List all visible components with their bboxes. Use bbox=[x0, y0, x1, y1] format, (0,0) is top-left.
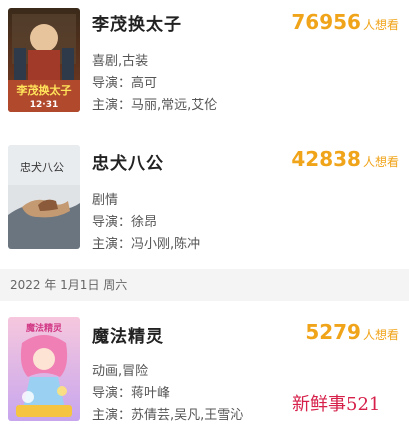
want-count-unit: 人想看 bbox=[362, 155, 399, 169]
cast-value: 马丽,常远,艾伦 bbox=[131, 98, 218, 113]
want-to-see-count: 42838 人想看 bbox=[291, 147, 399, 171]
movie-cast: 主演：冯小刚,陈冲 bbox=[92, 233, 200, 252]
movie-card[interactable]: 李茂换太子 12·31 李茂换太子 76956 人想看 喜剧,古装 导演：高可 主… bbox=[0, 0, 409, 130]
director-label: 导演： bbox=[92, 76, 132, 91]
cast-label: 主演： bbox=[92, 98, 132, 113]
movie-title[interactable]: 李茂换太子 bbox=[92, 10, 182, 35]
want-to-see-count: 76956 人想看 bbox=[291, 10, 399, 34]
movie-poster[interactable]: 魔法精灵 bbox=[8, 317, 80, 421]
want-count-unit: 人想看 bbox=[362, 328, 399, 342]
director-value: 蒋叶峰 bbox=[131, 386, 171, 401]
watermark-text: 新鲜事521 bbox=[292, 394, 381, 415]
movie-genre: 喜剧,古装 bbox=[92, 54, 149, 69]
movie-poster[interactable]: 忠犬八公 bbox=[8, 145, 80, 249]
movie-director: 导演：徐昂 bbox=[92, 211, 157, 230]
poster-image: 忠犬八公 bbox=[8, 145, 80, 249]
movie-director: 导演：蒋叶峰 bbox=[92, 382, 170, 401]
movie-genre: 剧情 bbox=[92, 193, 119, 208]
want-count-number: 42838 bbox=[291, 147, 361, 171]
movie-director: 导演：高可 bbox=[92, 72, 157, 91]
movie-poster[interactable]: 李茂换太子 12·31 bbox=[8, 8, 80, 112]
svg-text:忠犬八公: 忠犬八公 bbox=[20, 160, 64, 174]
want-to-see-count: 5279 人想看 bbox=[305, 320, 399, 344]
svg-text:12·31: 12·31 bbox=[30, 100, 58, 110]
movie-title[interactable]: 魔法精灵 bbox=[92, 322, 164, 347]
director-value: 高可 bbox=[131, 76, 158, 91]
movie-card[interactable]: 忠犬八公 忠犬八公 42838 人想看 剧情 导演：徐昂 主演：冯小刚,陈冲 bbox=[0, 135, 409, 265]
movie-title[interactable]: 忠犬八公 bbox=[92, 149, 164, 174]
director-label: 导演： bbox=[92, 215, 132, 230]
date-separator: 2022 年 1月1日 周六 bbox=[0, 269, 409, 301]
svg-text:李茂换太子: 李茂换太子 bbox=[16, 83, 72, 97]
movie-cast: 主演：苏倩芸,吴凡,王雪沁 bbox=[92, 404, 243, 423]
movie-genre: 动画,冒险 bbox=[92, 364, 149, 379]
date-separator-text: 2022 年 1月1日 周六 bbox=[10, 278, 128, 292]
cast-value: 冯小刚,陈冲 bbox=[131, 237, 201, 252]
director-value: 徐昂 bbox=[131, 215, 158, 230]
cast-value: 苏倩芸,吴凡,王雪沁 bbox=[131, 408, 244, 423]
svg-text:魔法精灵: 魔法精灵 bbox=[25, 322, 63, 334]
director-label: 导演： bbox=[92, 386, 132, 401]
want-count-number: 76956 bbox=[291, 10, 361, 34]
want-count-unit: 人想看 bbox=[362, 18, 399, 32]
want-count-number: 5279 bbox=[305, 320, 361, 344]
poster-image: 魔法精灵 bbox=[8, 317, 80, 421]
cast-label: 主演： bbox=[92, 408, 132, 423]
cast-label: 主演： bbox=[92, 237, 132, 252]
poster-image: 李茂换太子 12·31 bbox=[8, 8, 80, 112]
movie-cast: 主演：马丽,常远,艾伦 bbox=[92, 94, 217, 113]
